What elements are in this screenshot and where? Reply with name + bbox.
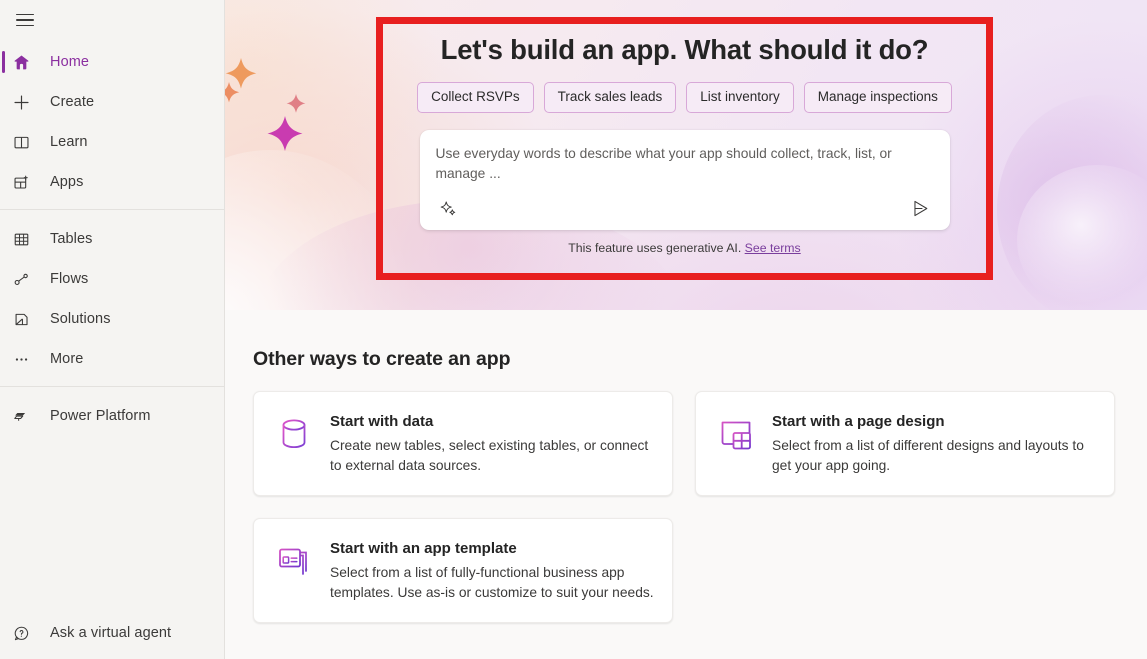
see-terms-link[interactable]: See terms [745, 241, 801, 255]
card-title: Start with an app template [330, 540, 654, 557]
sidebar-item-flows[interactable]: Flows [0, 259, 224, 299]
suggestion-chips: Collect RSVPs Track sales leads List inv… [417, 82, 952, 113]
hero-banner: Let's build an app. What should it do? C… [225, 0, 1147, 310]
page-title: Let's build an app. What should it do? [441, 34, 929, 66]
sparkle-decoration-pink-small [283, 92, 309, 118]
card-title: Start with a page design [772, 413, 1096, 430]
prompt-placeholder-text[interactable]: Use everyday words to describe what your… [436, 144, 906, 184]
sidebar-item-create[interactable]: Create [0, 82, 224, 122]
hamburger-menu-icon[interactable] [12, 7, 38, 33]
sidebar-item-more[interactable]: More [0, 339, 224, 379]
hero-content: Let's build an app. What should it do? C… [376, 17, 993, 280]
sidebar-item-apps[interactable]: Apps [0, 162, 224, 202]
sidebar-item-label: Solutions [50, 312, 111, 327]
sidebar-item-tables[interactable]: Tables [0, 219, 224, 259]
card-description: Select from a list of fully-functional b… [330, 563, 654, 602]
other-ways-section: Other ways to create an app [225, 310, 1147, 659]
chip-list-inventory[interactable]: List inventory [686, 82, 794, 113]
hero-decoration-right-upper [997, 95, 1147, 310]
create-option-cards: Start with data Create new tables, selec… [253, 391, 1119, 623]
sidebar-divider-2 [0, 386, 224, 387]
card-body: Start with data Create new tables, selec… [330, 412, 654, 475]
home-icon [12, 50, 42, 74]
sidebar-spacer [0, 436, 224, 613]
chip-manage-inspections[interactable]: Manage inspections [804, 82, 952, 113]
sidebar-item-label: Flows [50, 272, 88, 287]
card-title: Start with data [330, 413, 654, 430]
sidebar-item-label: Tables [50, 232, 93, 247]
prompt-input-container[interactable]: Use everyday words to describe what your… [420, 130, 950, 230]
power-apps-home-page: Home Create Learn [0, 0, 1147, 659]
nav-group-primary: Home Create Learn [0, 40, 224, 202]
chip-collect-rsvps[interactable]: Collect RSVPs [417, 82, 534, 113]
card-start-with-data[interactable]: Start with data Create new tables, selec… [253, 391, 673, 496]
database-icon [274, 412, 314, 456]
nav-group-secondary: Tables Flows [0, 217, 224, 379]
sidebar-item-label: Ask a virtual agent [50, 626, 171, 641]
solutions-icon [12, 307, 42, 331]
flows-icon [12, 267, 42, 291]
prompt-toolbar [436, 196, 934, 222]
apps-icon [12, 170, 42, 194]
main-content: Let's build an app. What should it do? C… [225, 0, 1147, 659]
sidebar-item-learn[interactable]: Learn [0, 122, 224, 162]
sidebar-bottom-group: Ask a virtual agent [0, 613, 224, 659]
hero-decoration-right-lower [1017, 165, 1147, 310]
table-grid-icon [12, 227, 42, 251]
sidebar-item-label: Apps [50, 175, 83, 190]
sidebar-item-solutions[interactable]: Solutions [0, 299, 224, 339]
sidebar-item-home[interactable]: Home [0, 42, 224, 82]
card-start-with-app-template[interactable]: Start with an app template Select from a… [253, 518, 673, 623]
disclaimer-text: This feature uses generative AI. [568, 241, 741, 255]
sparkle-decoration-orange [225, 52, 287, 124]
sidebar-item-power-platform[interactable]: Power Platform [0, 396, 224, 436]
sidebar-item-label: Learn [50, 135, 88, 150]
sparkle-decoration-magenta [261, 112, 309, 160]
question-bubble-icon [12, 621, 42, 645]
app-template-icon [274, 539, 314, 583]
left-navigation-sidebar: Home Create Learn [0, 0, 225, 659]
card-description: Select from a list of different designs … [772, 436, 1096, 475]
card-description: Create new tables, select existing table… [330, 436, 654, 475]
ellipsis-icon [12, 347, 42, 371]
plus-icon [12, 90, 42, 114]
section-title: Other ways to create an app [253, 348, 1119, 371]
send-icon[interactable] [908, 196, 934, 222]
sidebar-item-label: More [50, 352, 83, 367]
sidebar-item-label: Power Platform [50, 409, 151, 424]
chip-track-sales-leads[interactable]: Track sales leads [544, 82, 677, 113]
card-body: Start with an app template Select from a… [330, 539, 654, 602]
sparkle-icon[interactable] [436, 196, 462, 222]
sidebar-item-ask-virtual-agent[interactable]: Ask a virtual agent [0, 613, 224, 653]
book-icon [12, 130, 42, 154]
nav-group-tertiary: Power Platform [0, 394, 224, 436]
menu-toggle-row [0, 0, 224, 40]
page-design-icon [716, 412, 756, 456]
power-platform-icon [12, 404, 42, 428]
generative-ai-disclaimer: This feature uses generative AI. See ter… [568, 241, 800, 255]
sidebar-divider-1 [0, 209, 224, 210]
card-body: Start with a page design Select from a l… [772, 412, 1096, 475]
sidebar-item-label: Home [50, 55, 89, 70]
card-start-with-page-design[interactable]: Start with a page design Select from a l… [695, 391, 1115, 496]
sidebar-item-label: Create [50, 95, 94, 110]
